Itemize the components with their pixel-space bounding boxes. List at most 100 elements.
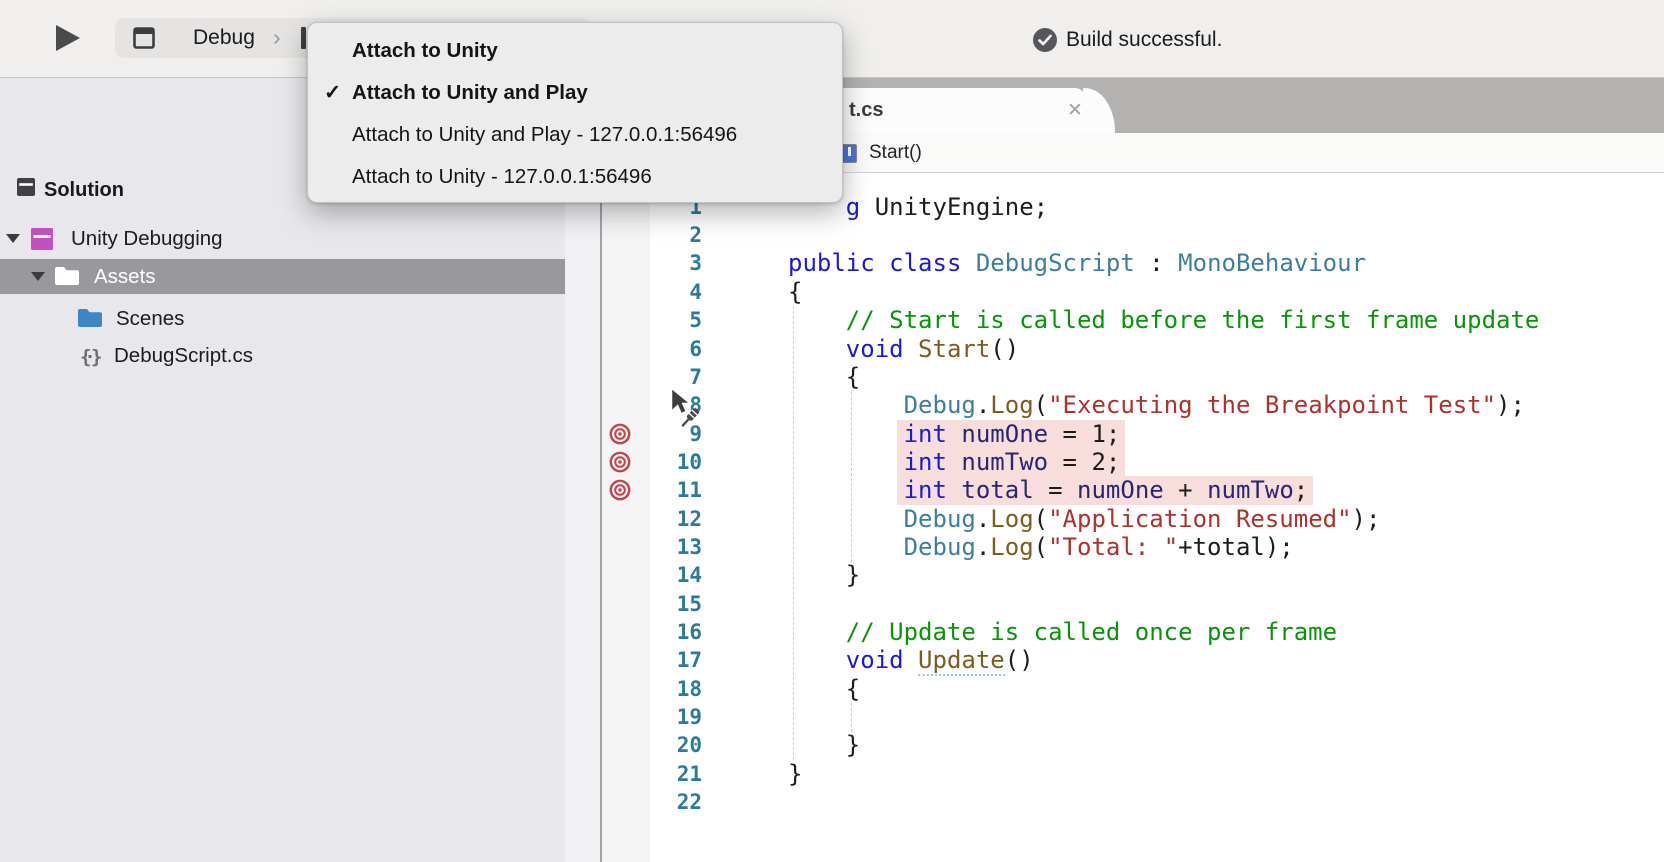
code-token: { [788, 277, 803, 306]
run-configuration-label: Debug [193, 26, 255, 49]
code-line[interactable] [788, 703, 1539, 731]
code-line[interactable]: void Start() [788, 335, 1539, 363]
code-token: "Application Resumed" [1048, 504, 1352, 533]
code-token: } [788, 731, 861, 760]
disclosure-triangle-icon[interactable] [31, 272, 45, 281]
code-token: ; [1293, 476, 1309, 505]
code-token: Debug [903, 504, 976, 533]
line-number[interactable]: 6 [602, 335, 702, 363]
tree-item-assets[interactable]: Assets [0, 259, 565, 294]
code-token: = 1; [1048, 419, 1121, 448]
menu-item[interactable]: Attach to Unity and Play - 127.0.0.1:564… [308, 114, 842, 156]
code-line[interactable]: Debug.Log("Total: "+total); [788, 533, 1539, 561]
code-token: int [903, 447, 947, 476]
tree-item-label: Assets [94, 265, 156, 288]
tab-close-icon[interactable]: ✕ [1062, 88, 1088, 133]
line-number[interactable]: 7 [602, 363, 702, 391]
line-number[interactable]: 20 [602, 731, 702, 759]
line-numbers[interactable]: 1 2 3 4 5 6 7 8 9 10 11 12 13 14 15 16 17 18 19 20 21 22 [602, 193, 702, 817]
code-token: () [990, 334, 1020, 363]
build-status-text: Build successful. [1066, 28, 1223, 51]
tree-item-scenes[interactable]: Scenes [0, 301, 565, 336]
breadcrumb-method[interactable]: Start() [869, 133, 922, 172]
menu-item[interactable]: ✓ Attach to Unity and Play [308, 72, 842, 114]
code-token: int [903, 419, 947, 448]
code-lines[interactable]: g UnityEngine; public class DebugScript :… [788, 193, 1539, 817]
code-line[interactable]: { [788, 675, 1539, 703]
line-number[interactable]: 16 [602, 618, 702, 646]
code-token: // Start is called before the first fram… [845, 306, 1540, 335]
line-number[interactable]: 22 [602, 788, 702, 816]
code-line[interactable]: int numOne = 1; [788, 420, 1539, 448]
code-line[interactable]: void Update() [788, 646, 1539, 677]
tree-item-unity-debugging[interactable]: Unity Debugging [0, 221, 565, 256]
code-line[interactable]: } [788, 760, 1539, 788]
code-line[interactable]: int total = numOne + numTwo; [788, 476, 1539, 504]
line-number[interactable]: 12 [602, 505, 702, 533]
line-number[interactable]: 4 [602, 278, 702, 306]
disclosure-triangle-icon[interactable] [6, 234, 20, 243]
tree-item-debugscript-cs[interactable]: { } DebugScript.cs [0, 338, 565, 373]
code-token: ); [1496, 391, 1525, 420]
code-token: // Update is called once per frame [845, 617, 1338, 646]
line-number[interactable]: 3 [602, 249, 702, 277]
code-token: . [975, 391, 991, 420]
code-token: g [845, 192, 861, 221]
tree-item-label: Scenes [116, 307, 185, 330]
line-number[interactable]: 5 [602, 306, 702, 334]
solution-pad-title: Solution [44, 179, 124, 201]
code-token: numTwo [961, 447, 1049, 476]
line-number[interactable]: 21 [602, 760, 702, 788]
code-token: ( [1033, 504, 1049, 533]
code-line[interactable]: } [788, 731, 1539, 759]
menu-item-label: Attach to Unity - 127.0.0.1:56496 [352, 165, 652, 188]
code-line[interactable]: // Update is called once per frame [788, 618, 1539, 646]
line-number[interactable]: 17 [602, 646, 702, 674]
line-number[interactable]: 15 [602, 590, 702, 618]
code-line[interactable]: Debug.Log("Application Resumed"); [788, 505, 1539, 533]
code-line[interactable]: { [788, 363, 1539, 391]
chevron-right-icon: › [273, 24, 281, 50]
code-line[interactable] [788, 221, 1539, 249]
line-number[interactable]: 10 [602, 448, 702, 476]
code-token: class [889, 249, 962, 278]
line-number[interactable]: 19 [602, 703, 702, 731]
code-line[interactable]: } [788, 561, 1539, 589]
code-line[interactable]: // Start is called before the first fram… [788, 306, 1540, 335]
code-line[interactable] [788, 590, 1539, 618]
code-line[interactable]: g UnityEngine; [788, 193, 1539, 221]
line-number[interactable]: 11 [602, 476, 702, 504]
code-token: "Total: " [1048, 532, 1179, 561]
line-number[interactable]: 2 [602, 221, 702, 249]
code-token: int [903, 476, 947, 505]
menu-item[interactable]: Attach to Unity [308, 30, 842, 72]
code-line[interactable]: public class DebugScript : MonoBehaviour [788, 249, 1539, 277]
menu-item[interactable]: Attach to Unity - 127.0.0.1:56496 [308, 156, 842, 198]
tree-item-label: DebugScript.cs [114, 344, 254, 367]
menu-item-label: Attach to Unity [352, 39, 498, 62]
line-number[interactable]: 13 [602, 533, 702, 561]
code-line[interactable] [788, 788, 1539, 816]
code-token: = 2; [1048, 447, 1121, 476]
tab-title: t.cs [849, 99, 884, 121]
code-token: . [975, 504, 991, 533]
code-token: Log [990, 532, 1034, 561]
menu-item-label: Attach to Unity and Play - 127.0.0.1:564… [352, 123, 738, 146]
code-token: UnityEngine; [860, 192, 1049, 221]
solution-icon [17, 178, 35, 196]
project-icon [30, 227, 54, 256]
code-line[interactable]: { [788, 278, 1539, 306]
line-number[interactable]: 18 [602, 675, 702, 703]
code-line[interactable]: int numTwo = 2; [788, 448, 1539, 476]
run-button[interactable] [55, 24, 81, 52]
line-number[interactable]: 14 [602, 561, 702, 589]
code-token: +total); [1178, 532, 1294, 561]
code-line[interactable]: Debug.Log("Executing the Breakpoint Test… [788, 391, 1539, 419]
